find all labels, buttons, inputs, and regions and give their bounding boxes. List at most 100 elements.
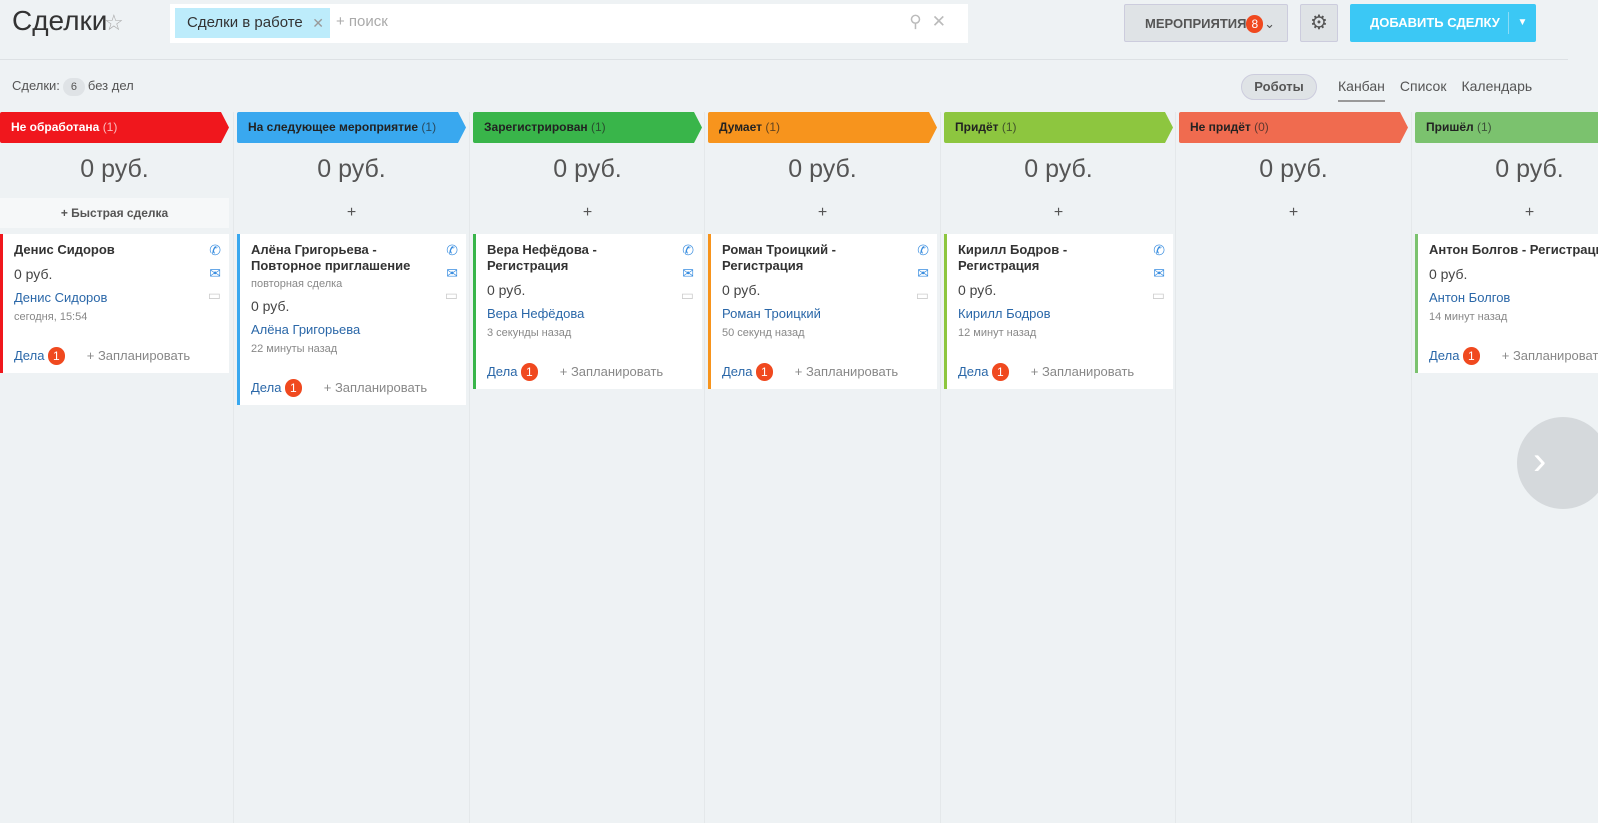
plan-button[interactable]: + Запланировать xyxy=(1031,364,1134,379)
quick-add-button[interactable]: + xyxy=(237,198,466,228)
deal-card[interactable]: ✆ ✉ ▭ Кирилл Бодров - Регистрация 0 руб.… xyxy=(944,234,1173,389)
tasks-link[interactable]: Дела xyxy=(14,348,44,363)
phone-icon[interactable]: ✆ xyxy=(209,242,221,259)
clear-icon[interactable]: ✕ xyxy=(932,12,956,31)
stage-name: Думает xyxy=(719,120,762,134)
stage-name: Не придёт xyxy=(1190,120,1251,134)
quick-add-button[interactable]: + xyxy=(1415,198,1598,228)
tasks-badge: 1 xyxy=(521,363,538,381)
deal-price: 0 руб. xyxy=(251,298,290,314)
mail-icon[interactable]: ✉ xyxy=(1153,265,1165,282)
tasks-badge: 1 xyxy=(48,347,65,365)
deal-title[interactable]: Алёна Григорьева - Повторное приглашение xyxy=(251,242,436,274)
tasks-link[interactable]: Дела xyxy=(1429,348,1459,363)
close-icon[interactable]: ✕ xyxy=(312,8,324,38)
stage-sum: 0 руб. xyxy=(1495,155,1564,183)
quick-add-button[interactable]: + xyxy=(1179,198,1408,228)
stage-header[interactable]: Зарегистрирован (1) xyxy=(473,112,702,143)
stage-header[interactable]: Не придёт (0) xyxy=(1179,112,1408,143)
deal-title[interactable]: Роман Троицкий - Регистрация xyxy=(722,242,907,274)
plan-button[interactable]: + Запланировать xyxy=(1502,348,1598,363)
add-deal-button[interactable]: ДОБАВИТЬ СДЕЛКУ ▼ xyxy=(1350,4,1536,42)
plan-button[interactable]: + Запланировать xyxy=(560,364,663,379)
kanban-column: Не обработана (1) 0 руб. + Быстрая сделк… xyxy=(0,112,229,823)
tasks-link[interactable]: Дела xyxy=(487,364,517,379)
settings-button[interactable]: ⚙ xyxy=(1300,4,1338,42)
comment-icon[interactable]: ▭ xyxy=(916,287,929,304)
contact-link[interactable]: Денис Сидоров xyxy=(14,290,199,305)
deal-time: сегодня, 15:54 xyxy=(14,311,88,323)
stage-header[interactable]: Придёт (1) xyxy=(944,112,1173,143)
deals-count[interactable]: 6 xyxy=(62,78,85,96)
stage-sum: 0 руб. xyxy=(80,155,149,183)
deal-price: 0 руб. xyxy=(958,282,997,298)
deal-title[interactable]: Вера Нефёдова - Регистрация xyxy=(487,242,672,274)
events-button[interactable]: МЕРОПРИЯТИЯ 8 ⌄ xyxy=(1124,4,1288,42)
contact-link[interactable]: Роман Троицкий xyxy=(722,306,907,321)
contact-link[interactable]: Алёна Григорьева xyxy=(251,322,436,337)
deal-card[interactable]: ✆ ✉ ▭ Роман Троицкий - Регистрация 0 руб… xyxy=(708,234,937,389)
filter-chip[interactable]: Сделки в работе ✕ xyxy=(175,8,330,38)
quick-add-button[interactable]: + Быстрая сделка xyxy=(0,198,229,228)
comment-icon[interactable]: ▭ xyxy=(445,287,458,304)
mail-icon[interactable]: ✉ xyxy=(917,265,929,282)
phone-icon[interactable]: ✆ xyxy=(682,242,694,259)
events-label: МЕРОПРИЯТИЯ xyxy=(1145,16,1247,31)
column-divider xyxy=(1411,112,1412,823)
search-icon[interactable]: ⚲ xyxy=(909,12,931,31)
tab-list[interactable]: Список xyxy=(1400,78,1447,94)
plan-button[interactable]: + Запланировать xyxy=(324,380,427,395)
quick-add-button[interactable]: + xyxy=(473,198,702,228)
deal-price: 0 руб. xyxy=(722,282,761,298)
tab-calendar[interactable]: Календарь xyxy=(1461,78,1532,94)
robots-button[interactable]: Роботы xyxy=(1241,74,1317,100)
deals-stats: Сделки: 6 без дел xyxy=(12,78,134,96)
plan-button[interactable]: + Запланировать xyxy=(87,348,190,363)
deal-card[interactable]: ✆ ✉ ▭ Вера Нефёдова - Регистрация 0 руб.… xyxy=(473,234,702,389)
search-input[interactable]: + поиск xyxy=(336,13,388,30)
phone-icon[interactable]: ✆ xyxy=(917,242,929,259)
tasks-link[interactable]: Дела xyxy=(722,364,752,379)
chevron-down-icon: ⌄ xyxy=(1264,16,1275,31)
tasks-link[interactable]: Дела xyxy=(251,380,281,395)
comment-icon[interactable]: ▭ xyxy=(1152,287,1165,304)
plan-button[interactable]: + Запланировать xyxy=(795,364,898,379)
stage-header[interactable]: Не обработана (1) xyxy=(0,112,229,143)
comment-icon[interactable]: ▭ xyxy=(681,287,694,304)
stage-header[interactable]: Думает (1) xyxy=(708,112,937,143)
scroll-right-button[interactable]: › xyxy=(1517,417,1598,509)
kanban-column: На следующее мероприятие (1) 0 руб. + ✆ … xyxy=(237,112,466,823)
deal-title[interactable]: Антон Болгов - Регистрация xyxy=(1429,242,1598,258)
search-bar[interactable]: Сделки в работе ✕ + поиск ⚲✕ xyxy=(170,4,968,43)
tasks-badge: 1 xyxy=(756,363,773,381)
phone-icon[interactable]: ✆ xyxy=(1153,242,1165,259)
no-tasks-label[interactable]: без дел xyxy=(88,78,134,93)
contact-link[interactable]: Вера Нефёдова xyxy=(487,306,672,321)
stage-count: (1) xyxy=(1001,120,1017,134)
stage-header[interactable]: На следующее мероприятие (1) xyxy=(237,112,466,143)
contact-link[interactable]: Кирилл Бодров xyxy=(958,306,1143,321)
stage-header[interactable]: Пришёл (1) xyxy=(1415,112,1598,143)
column-divider xyxy=(233,112,234,823)
phone-icon[interactable]: ✆ xyxy=(446,242,458,259)
deal-card[interactable]: ✆ ✉ ▭ Антон Болгов - Регистрация 0 руб. … xyxy=(1415,234,1598,373)
contact-link[interactable]: Антон Болгов xyxy=(1429,290,1598,305)
deal-title[interactable]: Кирилл Бодров - Регистрация xyxy=(958,242,1143,274)
mail-icon[interactable]: ✉ xyxy=(446,265,458,282)
dropdown-arrow-icon[interactable]: ▼ xyxy=(1508,12,1536,34)
star-icon[interactable]: ☆ xyxy=(104,10,124,36)
deals-label: Сделки: xyxy=(12,78,60,93)
stage-name: Придёт xyxy=(955,120,999,134)
deal-title[interactable]: Денис Сидоров xyxy=(14,242,199,258)
mail-icon[interactable]: ✉ xyxy=(682,265,694,282)
add-deal-label: ДОБАВИТЬ СДЕЛКУ xyxy=(1370,15,1500,30)
tasks-link[interactable]: Дела xyxy=(958,364,988,379)
deal-card[interactable]: ✆ ✉ ▭ Денис Сидоров 0 руб. Денис Сидоров… xyxy=(0,234,229,373)
kanban-column: Придёт (1) 0 руб. + ✆ ✉ ▭ Кирилл Бодров … xyxy=(944,112,1173,823)
deal-card[interactable]: ✆ ✉ ▭ Алёна Григорьева - Повторное пригл… xyxy=(237,234,466,405)
tab-kanban[interactable]: Канбан xyxy=(1338,78,1385,102)
quick-add-button[interactable]: + xyxy=(708,198,937,228)
quick-add-button[interactable]: + xyxy=(944,198,1173,228)
comment-icon[interactable]: ▭ xyxy=(208,287,221,304)
mail-icon[interactable]: ✉ xyxy=(209,265,221,282)
